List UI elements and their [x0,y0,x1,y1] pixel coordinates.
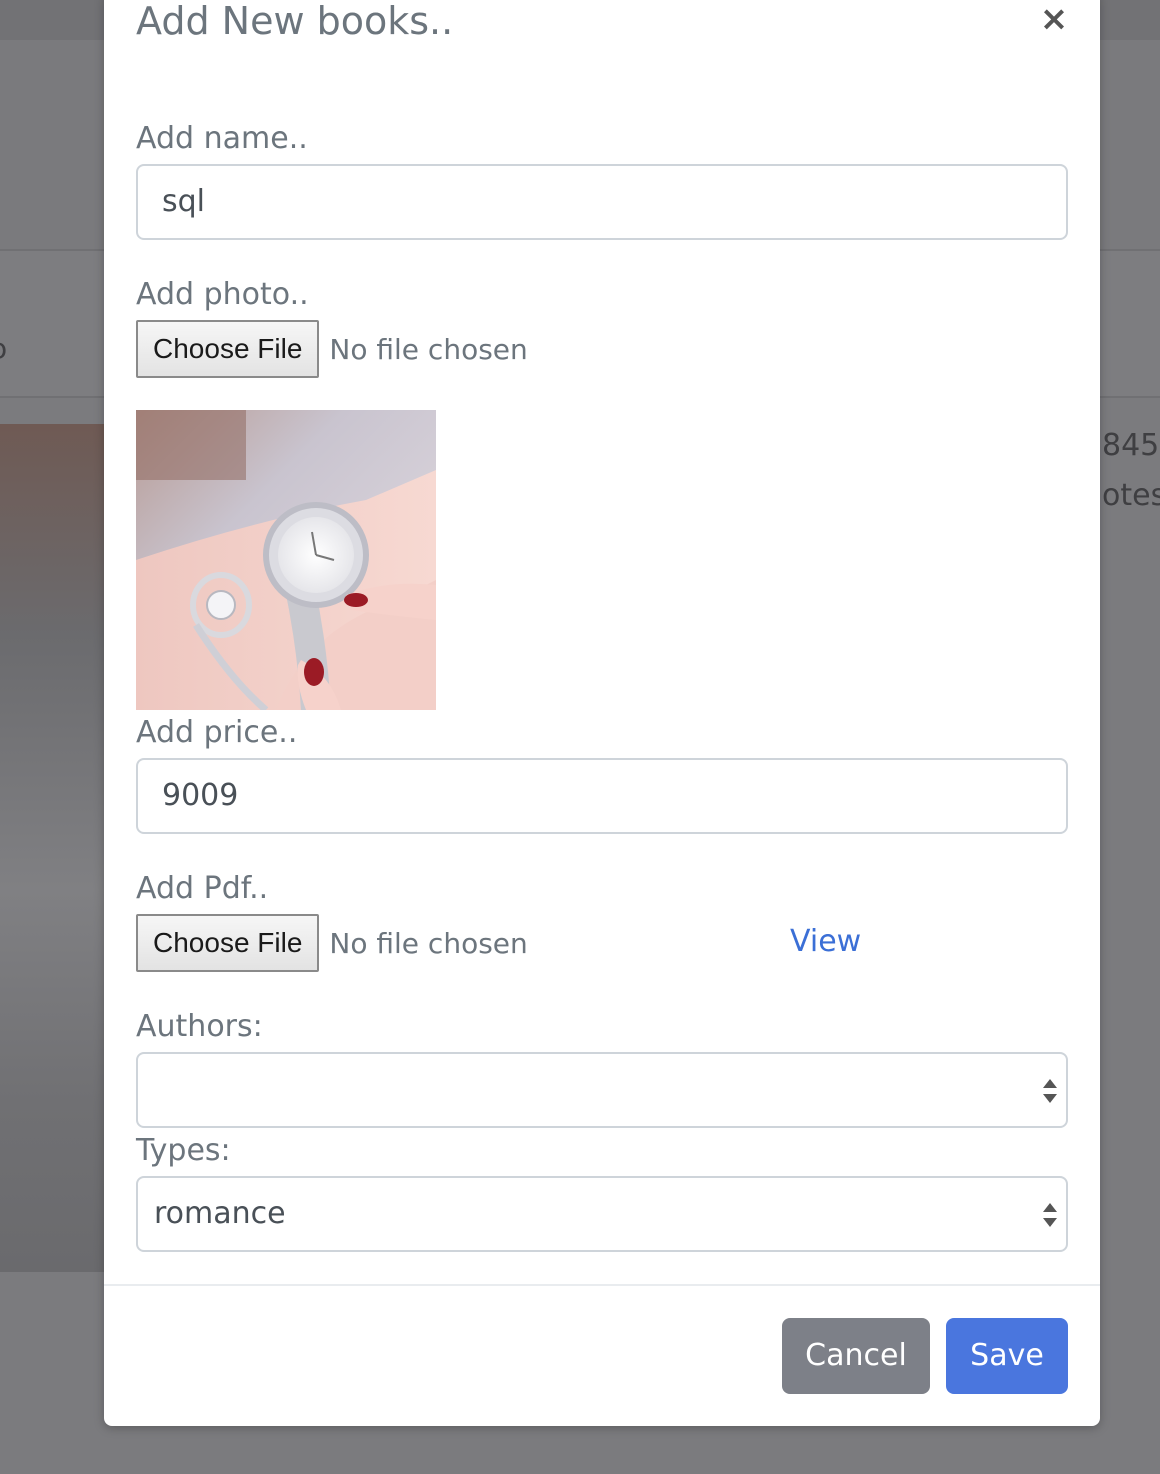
close-button[interactable]: × [1038,2,1070,36]
background-text: otes [1102,478,1160,513]
view-pdf-link[interactable]: View [790,924,861,959]
types-select[interactable]: romance [136,1176,1068,1252]
price-input[interactable]: 9009 [136,758,1068,834]
name-input[interactable]: sql [136,164,1068,240]
types-label: Types: [136,1133,231,1168]
modal-footer-divider [104,1284,1100,1286]
pdf-file-input[interactable]: Choose File No file chosen [136,914,528,972]
photo-preview-image [136,410,436,710]
photo-label: Add photo.. [136,277,309,312]
background-text: 845 [1102,428,1160,463]
select-arrows-icon [1043,1203,1057,1227]
background-product-image [0,424,104,1272]
types-selected-value: romance [154,1196,286,1231]
photo-file-status: No file chosen [329,332,528,366]
photo-choose-file-button[interactable]: Choose File [136,320,320,378]
modal-title: Add New books.. [136,0,454,43]
save-button[interactable]: Save [946,1318,1068,1394]
select-arrows-icon [1043,1079,1057,1103]
photo-file-input[interactable]: Choose File No file chosen [136,320,528,378]
add-book-modal: Add New books.. × Add name.. sql Add pho… [104,0,1100,1426]
authors-label: Authors: [136,1009,263,1044]
close-icon: × [1039,0,1069,39]
pdf-choose-file-button[interactable]: Choose File [136,914,320,972]
background-text: o [0,332,7,365]
authors-select[interactable] [136,1052,1068,1128]
pdf-label: Add Pdf.. [136,871,269,906]
cancel-button[interactable]: Cancel [782,1318,930,1394]
price-label: Add price.. [136,715,298,750]
name-label: Add name.. [136,121,308,156]
pdf-file-status: No file chosen [329,926,528,960]
